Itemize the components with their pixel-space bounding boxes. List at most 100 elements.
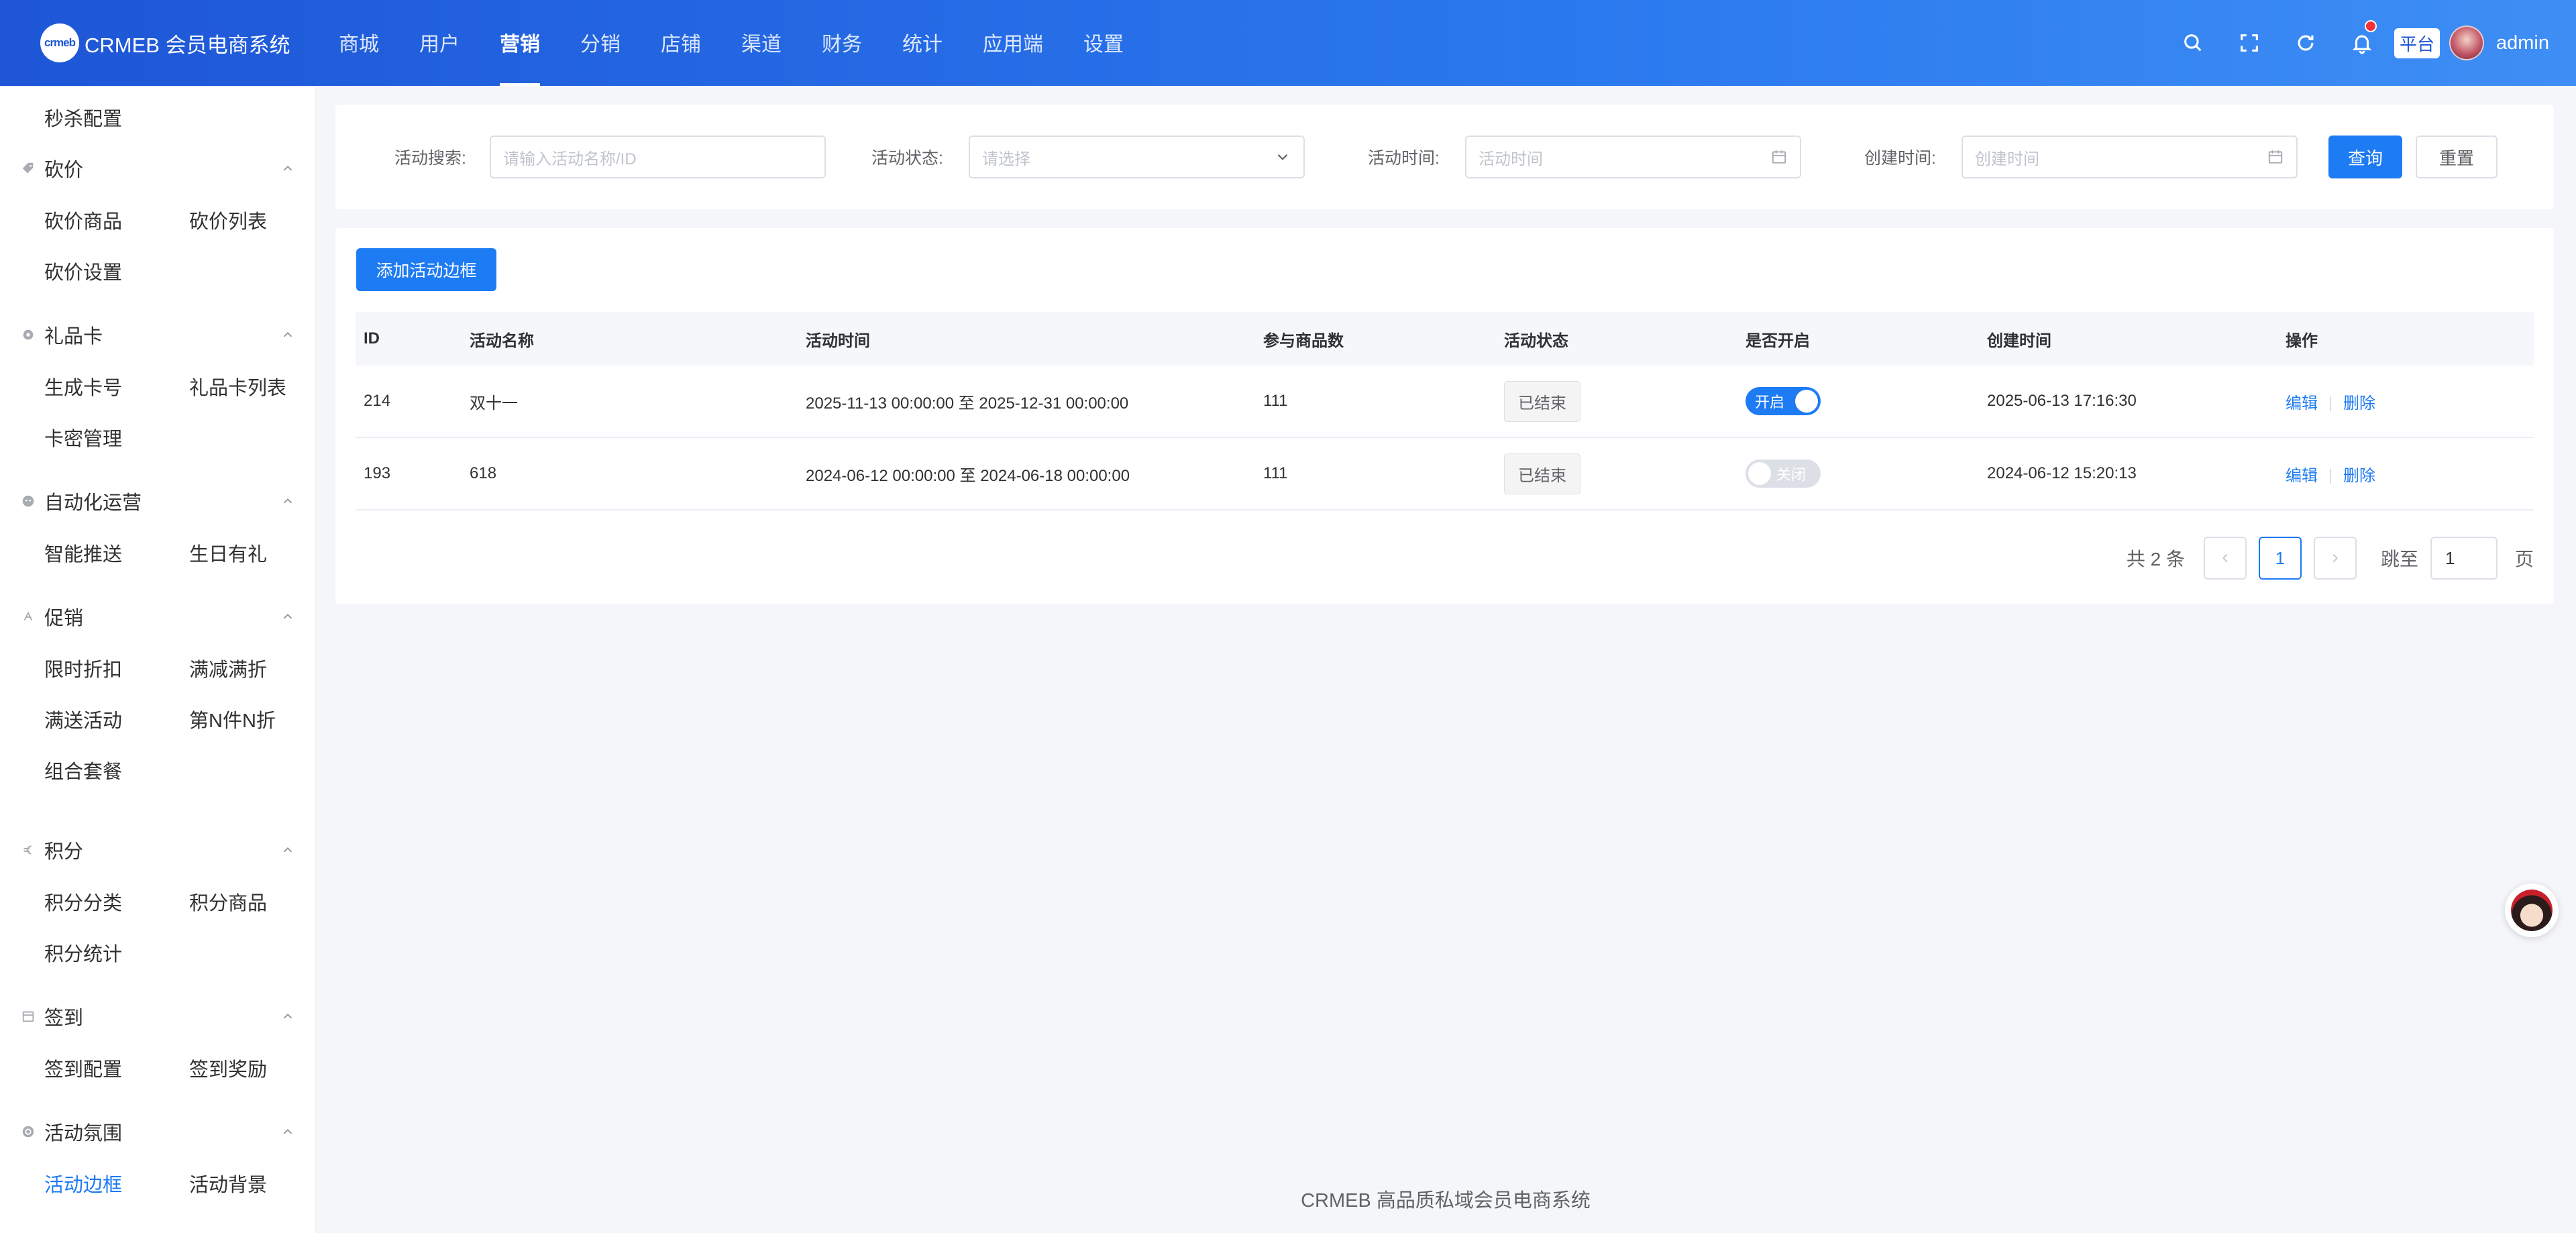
enable-toggle[interactable]: 关闭 [1746, 460, 1821, 488]
query-button[interactable]: 查询 [2328, 136, 2402, 178]
sidebar-item-3-2[interactable]: 满送活动 [44, 705, 122, 733]
chevron-up-icon [283, 1128, 292, 1134]
sidebar: 秒杀配置 砍价砍价商品 砍价列表砍价设置礼品卡生成卡号 礼品卡列表卡密管理自动化运营… [0, 86, 316, 1233]
chevron-up-icon [283, 165, 292, 171]
sidebar-item-1-0[interactable]: 生成卡号 [44, 372, 122, 400]
topnav-item-5[interactable]: 渠道 [721, 0, 802, 86]
toggle-knob [1795, 390, 1818, 413]
bell-icon[interactable] [2334, 0, 2390, 86]
jump-page-input[interactable]: 1 [2430, 537, 2498, 580]
logo-mark: crmeb [40, 23, 79, 62]
sidebar-item-5-0[interactable]: 签到配置 [44, 1054, 122, 1082]
sidebar-item-4-1[interactable]: 积分商品 [189, 888, 267, 916]
cell-name: 双十一 [470, 394, 518, 413]
euro-icon [20, 842, 36, 858]
edit-link[interactable]: 编辑 [2286, 394, 2318, 413]
sidebar-item-0-2[interactable]: 砍价设置 [44, 257, 122, 285]
created-label: 创建时间: [1864, 149, 1936, 168]
cell-created: 2025-06-13 17:16:30 [1987, 392, 2137, 410]
gear-icon [20, 327, 36, 343]
sidebar-group-title: 签到 [44, 1008, 84, 1029]
chevron-up-icon [283, 613, 292, 619]
topnav-item-4[interactable]: 店铺 [641, 0, 721, 86]
column-header: 活动时间 [806, 331, 870, 350]
cell-created: 2024-06-12 15:20:13 [1987, 464, 2137, 482]
toggle-label: 开启 [1755, 394, 1785, 411]
created-time-picker[interactable]: 创建时间 [1962, 136, 2298, 178]
page-unit-label: 页 [2514, 549, 2534, 570]
fullscreen-icon[interactable] [2221, 0, 2277, 86]
enable-toggle[interactable]: 开启 [1746, 387, 1821, 415]
topnav-item-6[interactable]: 财务 [802, 0, 882, 86]
edit-link[interactable]: 编辑 [2286, 467, 2318, 485]
search-icon[interactable] [2165, 0, 2221, 86]
delete-link[interactable]: 删除 [2343, 394, 2375, 413]
sidebar-group-5[interactable]: 签到 [20, 1003, 295, 1030]
prev-page-button[interactable] [2203, 537, 2247, 580]
user-name[interactable]: admin [2496, 32, 2549, 54]
chevron-right-icon [2332, 553, 2339, 563]
chevron-left-icon [2222, 553, 2228, 563]
next-page-button[interactable] [2313, 537, 2357, 580]
sidebar-item-2-1[interactable]: 生日有礼 [189, 539, 267, 567]
customer-service-avatar-button[interactable] [2505, 883, 2559, 937]
avatar[interactable] [2449, 25, 2484, 60]
sidebar-group-6[interactable]: 活动氛围 [20, 1118, 295, 1145]
status-badge: 已结束 [1504, 380, 1580, 422]
robot-icon [20, 493, 36, 509]
refresh-icon[interactable] [2277, 0, 2334, 86]
sidebar-item-2-0[interactable]: 智能推送 [44, 539, 122, 567]
activity-time-picker[interactable]: 活动时间 [1465, 136, 1801, 178]
footer-copyright: CRMEB 高品质私域会员电商系统 [1301, 1190, 1591, 1212]
topnav-item-3[interactable]: 分销 [560, 0, 641, 86]
logo[interactable]: crmeb CRMEB 会员电商系统 [40, 23, 290, 63]
sidebar-item-3-3[interactable]: 第N件N折 [189, 705, 276, 733]
sidebar-group-3[interactable]: 促销 [20, 603, 295, 630]
status-badge: 已结束 [1504, 453, 1580, 494]
page-number-button[interactable]: 1 [2258, 537, 2302, 580]
table-row: 193 618 2024-06-12 00:00:00 至 2024-06-18 0… [356, 438, 2534, 511]
sidebar-item-0-0[interactable]: 砍价商品 [44, 206, 122, 234]
cell-id: 214 [364, 392, 391, 410]
sidebar-item-3-0[interactable]: 限时折扣 [44, 654, 122, 682]
column-header: 操作 [2286, 331, 2318, 350]
sidebar-item-3-4[interactable]: 组合套餐 [44, 756, 122, 784]
topnav-item-9[interactable]: 设置 [1063, 0, 1144, 86]
sidebar-group-0[interactable]: 砍价 [20, 155, 295, 182]
delete-link[interactable]: 删除 [2343, 467, 2375, 485]
topnav-item-7[interactable]: 统计 [882, 0, 963, 86]
sidebar-item-5-1[interactable]: 签到奖励 [189, 1054, 267, 1082]
sidebar-item-seckill-config[interactable]: 秒杀配置 [44, 103, 122, 131]
jump-label: 跳至 [2380, 549, 2418, 570]
sidebar-item-0-1[interactable]: 砍价列表 [189, 206, 267, 234]
chevron-up-icon [283, 1013, 292, 1019]
sidebar-item-6-0[interactable]: 活动边框 [44, 1169, 122, 1197]
sidebar-item-4-2[interactable]: 积分统计 [44, 939, 122, 967]
sidebar-group-title: 积分 [44, 841, 84, 863]
sidebar-item-6-1[interactable]: 活动背景 [189, 1169, 267, 1197]
topnav-item-1[interactable]: 用户 [399, 0, 480, 86]
topnav-item-2[interactable]: 营销 [480, 0, 560, 86]
sidebar-group-title: 活动氛围 [44, 1123, 123, 1144]
sidebar-item-1-2[interactable]: 卡密管理 [44, 423, 122, 451]
table-panel: 添加活动边框 ID 活动名称 活动时间 参与商品数 活动状态 是否开启 创建时间 操作 214… [335, 228, 2554, 604]
platform-badge[interactable]: 平台 [2394, 28, 2440, 58]
sidebar-item-1-1[interactable]: 礼品卡列表 [189, 372, 286, 400]
status-select[interactable]: 请选择 [969, 136, 1305, 178]
sidebar-item-3-1[interactable]: 满减满折 [189, 654, 267, 682]
sidebar-item-4-0[interactable]: 积分分类 [44, 888, 122, 916]
topnav-item-0[interactable]: 商城 [319, 0, 399, 86]
activity-table: ID 活动名称 活动时间 参与商品数 活动状态 是否开启 创建时间 操作 214 双十一 2025… [356, 312, 2534, 511]
sidebar-group-4[interactable]: 积分 [20, 837, 295, 863]
reset-button[interactable]: 重置 [2416, 136, 2498, 178]
topnav-item-8[interactable]: 应用端 [963, 0, 1063, 86]
circle-icon [20, 1124, 36, 1140]
column-header: 参与商品数 [1263, 331, 1344, 350]
calendar-icon [2268, 150, 2283, 164]
sidebar-group-2[interactable]: 自动化运营 [20, 488, 295, 515]
sidebar-group-1[interactable]: 礼品卡 [20, 321, 295, 348]
chevron-up-icon [283, 847, 292, 853]
cell-id: 193 [364, 464, 391, 482]
add-activity-border-button[interactable]: 添加活动边框 [356, 248, 496, 291]
keyword-search-input[interactable]: 请输入活动名称/ID [490, 136, 826, 178]
